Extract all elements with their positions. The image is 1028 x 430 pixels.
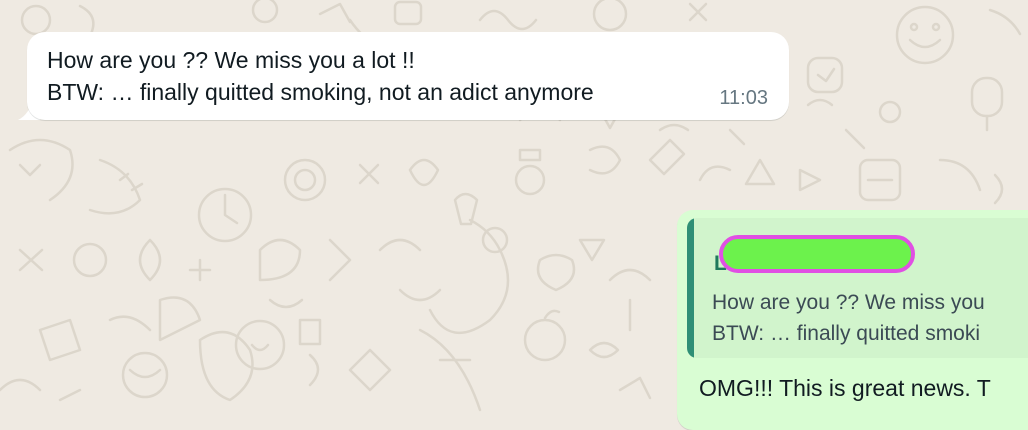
quoted-text-line-2: BTW: … finally quitted smoki bbox=[712, 322, 981, 345]
incoming-message-text-line-1: How are you ?? We miss you a lot !! bbox=[47, 47, 415, 73]
incoming-message-text-line-2: BTW: … finally quitted smoking, not an a… bbox=[47, 79, 594, 105]
redacted-author-name bbox=[719, 235, 915, 273]
outgoing-message-bubble[interactable]: L How are you ?? We miss you BTW: … fina… bbox=[677, 210, 1028, 430]
incoming-message-bubble[interactable]: How are you ?? We miss you a lot !! BTW:… bbox=[27, 32, 789, 120]
quoted-text-line-1: How are you ?? We miss you bbox=[712, 291, 985, 314]
quote-accent-bar bbox=[687, 218, 694, 358]
outgoing-message-text: OMG!!! This is great news. T bbox=[699, 375, 991, 401]
incoming-message-timestamp: 11:03 bbox=[719, 87, 768, 109]
quoted-reply[interactable]: L How are you ?? We miss you BTW: … fina… bbox=[687, 218, 1028, 358]
